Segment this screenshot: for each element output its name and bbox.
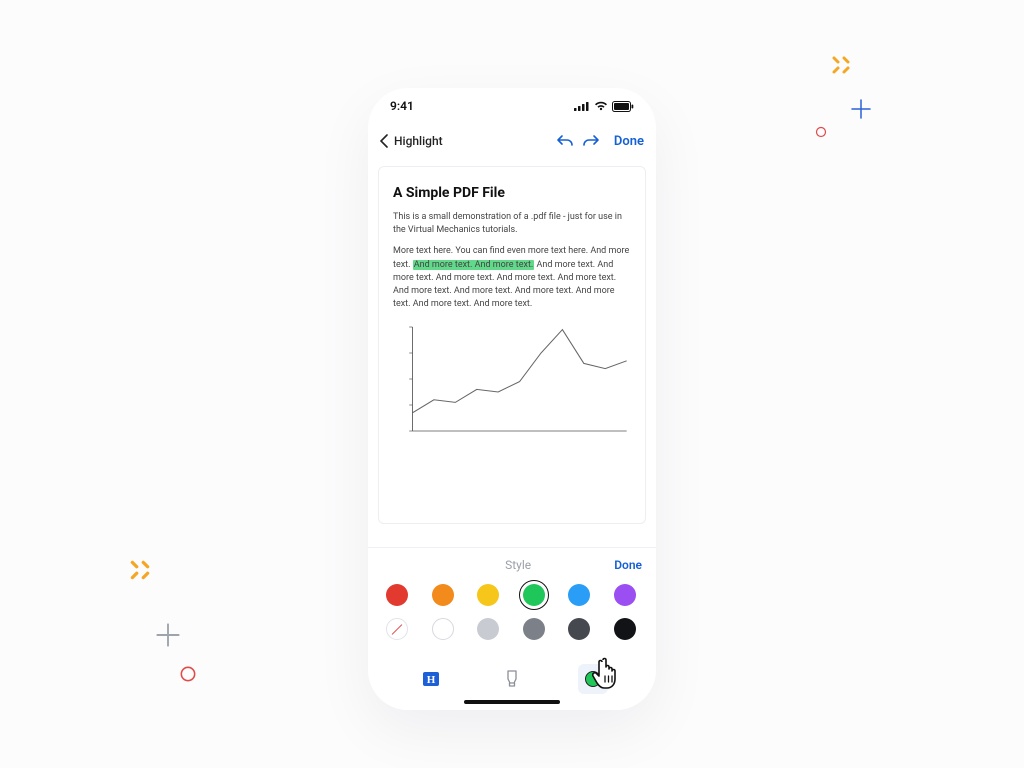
swatch-purple[interactable]: [614, 584, 636, 606]
swatch-lightgray[interactable]: [477, 618, 499, 640]
swatch-green[interactable]: [523, 584, 545, 606]
style-panel-title: Style: [422, 558, 614, 572]
document-paragraph-1: This is a small demonstration of a .pdf …: [393, 211, 631, 237]
swatch-white[interactable]: [432, 618, 454, 640]
status-bar: 9:41: [368, 88, 656, 124]
chevron-left-icon: [380, 134, 388, 148]
undo-icon: [556, 133, 574, 149]
highlight-tool[interactable]: H: [416, 664, 446, 694]
active-color-chip: [585, 671, 601, 687]
document-title: A Simple PDF File: [393, 185, 631, 201]
redo-button[interactable]: [580, 130, 602, 152]
nav-done-button[interactable]: Done: [614, 134, 644, 149]
highlight-tool-icon: H: [422, 670, 440, 688]
document-paragraph-2: More text here. You can find even more t…: [393, 245, 631, 310]
status-time: 9:41: [390, 99, 414, 113]
nav-title: Highlight: [394, 134, 443, 148]
redo-icon: [582, 133, 600, 149]
swatch-gray[interactable]: [523, 618, 545, 640]
svg-text:H: H: [426, 674, 435, 686]
style-panel: Style Done: [368, 547, 656, 656]
nav-bar: Highlight Done: [368, 124, 656, 158]
undo-button[interactable]: [554, 130, 576, 152]
document-preview[interactable]: A Simple PDF File This is a small demons…: [378, 166, 646, 524]
phone-frame: 9:41 Highlight Done A Simple PDF File Th…: [368, 88, 656, 710]
style-done-button[interactable]: Done: [614, 558, 642, 572]
marker-tool[interactable]: [497, 664, 527, 694]
swatch-none[interactable]: [386, 618, 408, 640]
back-button[interactable]: Highlight: [380, 134, 443, 148]
wifi-icon: [594, 101, 608, 111]
swatch-red[interactable]: [386, 584, 408, 606]
highlighted-text[interactable]: And more text. And more text.: [413, 260, 535, 270]
swatch-black[interactable]: [614, 618, 636, 640]
battery-icon: [612, 101, 634, 112]
swatch-yellow[interactable]: [477, 584, 499, 606]
swatch-orange[interactable]: [432, 584, 454, 606]
color-tool[interactable]: [578, 664, 608, 694]
cellular-icon: [574, 101, 590, 111]
status-indicators: [574, 101, 634, 112]
swatch-blue[interactable]: [568, 584, 590, 606]
marker-icon: [503, 669, 521, 689]
swatch-darkgray[interactable]: [568, 618, 590, 640]
home-indicator[interactable]: [464, 700, 560, 704]
color-swatch-grid: [368, 582, 656, 656]
document-chart: [393, 321, 631, 443]
